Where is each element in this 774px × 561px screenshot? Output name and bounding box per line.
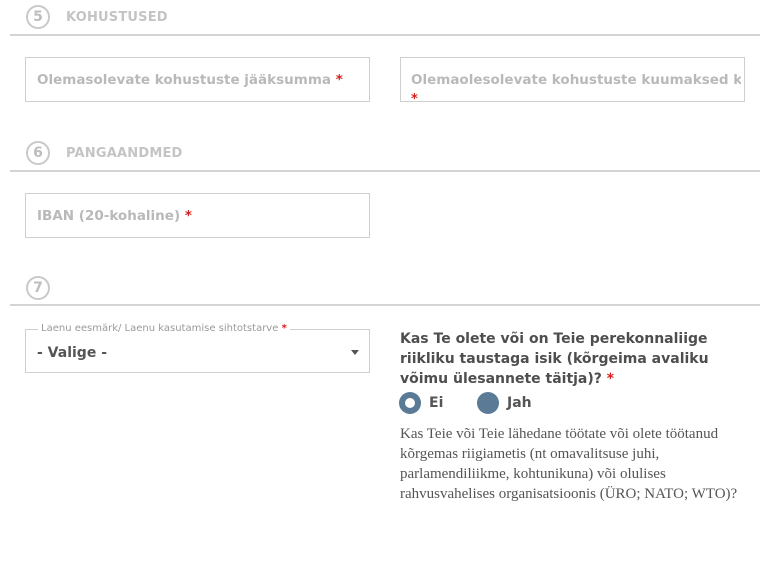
pep-radio-ei[interactable] [399,392,421,414]
section-5-title: KOHUSTUSED [66,10,168,25]
step-6-number: 6 [33,145,43,161]
monthly-payments-input[interactable]: Olemaolesolevate kohustuste kuumaksed ko… [400,57,745,102]
loan-purpose-select[interactable]: Laenu eesmärk/ Laenu kasutamise sihtotst… [25,323,370,373]
step-7-circle: 7 [26,276,50,300]
pep-radio-jah[interactable] [477,392,499,414]
pep-radio-ei-label[interactable]: Ei [429,395,443,411]
required-mark: * [281,323,287,334]
iban-input[interactable]: IBAN (20-kohaline) * [25,193,370,238]
loan-purpose-legend: Laenu eesmärk/ Laenu kasutamise sihtotst… [38,323,290,334]
section-5-divider [10,34,760,36]
loan-purpose-value: - Valige - [37,345,107,361]
pep-question: Kas Te olete või on Teie perekonnaliige … [400,329,750,389]
section-6-title: PANGAANDMED [66,146,183,161]
chevron-down-icon [351,350,359,355]
monthly-payments-label: Olemaolesolevate kohustuste kuumaksed ko… [411,72,741,88]
required-mark: * [184,208,192,224]
required-mark: * [411,92,418,102]
remaining-debt-input[interactable]: Olemasolevate kohustuste jääksumma * [25,57,370,102]
iban-label: IBAN (20-kohaline) * [37,208,192,224]
required-mark: * [335,72,343,88]
step-5-circle: 5 [26,5,50,29]
step-5-number: 5 [33,9,43,25]
step-7-number: 7 [33,280,43,296]
pep-help-text: Kas Teie või Teie lähedane töötate või o… [400,426,738,502]
pep-question-text: Kas Te olete või on Teie perekonnaliige … [400,331,709,387]
remaining-debt-label: Olemasolevate kohustuste jääksumma * [37,72,343,88]
pep-radio-jah-label[interactable]: Jah [507,395,532,411]
section-7-divider [10,304,760,306]
required-mark: * [606,371,615,387]
section-6-divider [10,170,760,172]
step-6-circle: 6 [26,141,50,165]
